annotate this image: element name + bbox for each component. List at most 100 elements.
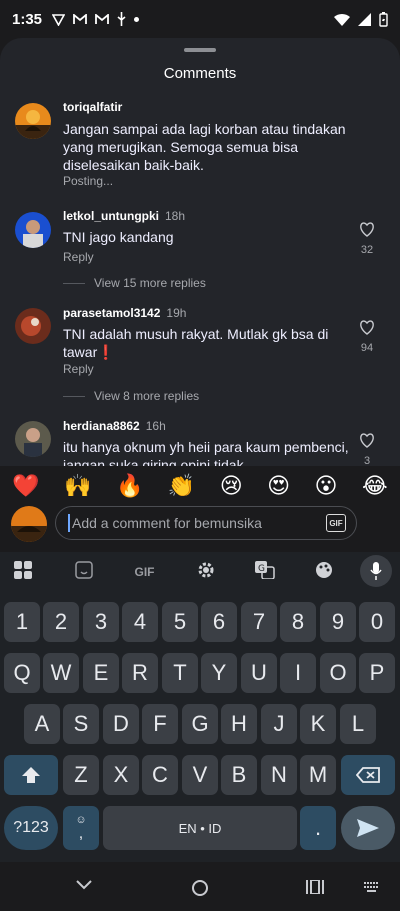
key-f[interactable]: F bbox=[142, 704, 178, 744]
key-2[interactable]: 2 bbox=[43, 602, 79, 642]
backspace-key[interactable] bbox=[341, 755, 395, 795]
signal-icon bbox=[358, 12, 371, 26]
emoji-button[interactable]: ❤️ bbox=[12, 473, 39, 499]
username-text[interactable]: herdiana8862 bbox=[63, 419, 140, 433]
key-6[interactable]: 6 bbox=[201, 602, 237, 642]
key-g[interactable]: G bbox=[182, 704, 218, 744]
key-h[interactable]: H bbox=[221, 704, 257, 744]
key-d[interactable]: D bbox=[103, 704, 139, 744]
username-text[interactable]: parasetamol3142 bbox=[63, 306, 160, 320]
key-w[interactable]: W bbox=[43, 653, 79, 693]
key-k[interactable]: K bbox=[300, 704, 336, 744]
key-i[interactable]: I bbox=[280, 653, 316, 693]
gmail-icon bbox=[73, 13, 87, 24]
comment-input[interactable] bbox=[70, 514, 344, 532]
notification-icons bbox=[52, 12, 140, 26]
like-button[interactable]: 32 bbox=[354, 222, 380, 256]
key-t[interactable]: T bbox=[162, 653, 198, 693]
comment-time: 18h bbox=[165, 209, 186, 223]
key-o[interactable]: O bbox=[320, 653, 356, 693]
view-more-replies[interactable]: View 8 more replies bbox=[63, 389, 199, 403]
like-button[interactable]: 3 bbox=[354, 433, 380, 466]
key-v[interactable]: V bbox=[182, 755, 218, 795]
my-avatar bbox=[11, 506, 47, 542]
key-c[interactable]: C bbox=[142, 755, 178, 795]
key-9[interactable]: 9 bbox=[320, 602, 356, 642]
avatar[interactable] bbox=[15, 103, 51, 139]
key-0[interactable]: 0 bbox=[359, 602, 395, 642]
usb-icon bbox=[117, 12, 126, 26]
back-chevron-icon[interactable] bbox=[76, 880, 92, 890]
key-x[interactable]: X bbox=[103, 755, 139, 795]
reply-button[interactable]: Reply bbox=[63, 362, 94, 376]
like-button[interactable]: 94 bbox=[354, 320, 380, 354]
comment-username[interactable]: herdiana8862 16h bbox=[63, 419, 166, 433]
sheet-drag-handle[interactable] bbox=[184, 48, 216, 52]
comment-username[interactable]: toriqalfatir bbox=[63, 100, 122, 114]
emoji-button[interactable]: 🙌 bbox=[64, 473, 91, 499]
reply-button[interactable]: Reply bbox=[63, 250, 94, 264]
key-q[interactable]: Q bbox=[4, 653, 40, 693]
key-4[interactable]: 4 bbox=[122, 602, 158, 642]
gmail-icon bbox=[95, 13, 109, 24]
view-more-label[interactable]: View 8 more replies bbox=[94, 389, 199, 403]
divider bbox=[63, 282, 85, 284]
key-a[interactable]: A bbox=[24, 704, 60, 744]
key-j[interactable]: J bbox=[261, 704, 297, 744]
translate-icon[interactable]: G bbox=[245, 561, 284, 583]
comment-text: TNI adalah musuh rakyat. Mutlak gk bsa d… bbox=[63, 326, 329, 360]
key-s[interactable]: S bbox=[63, 704, 99, 744]
shift-key[interactable] bbox=[4, 755, 58, 795]
recents-icon[interactable] bbox=[306, 880, 324, 894]
send-key[interactable] bbox=[341, 806, 395, 850]
period-key[interactable]: . bbox=[300, 806, 336, 850]
key-u[interactable]: U bbox=[241, 653, 277, 693]
avatar[interactable] bbox=[15, 308, 51, 344]
comma-emoji-key[interactable]: ☺ , bbox=[63, 806, 99, 850]
avatar[interactable] bbox=[15, 421, 51, 457]
key-1[interactable]: 1 bbox=[4, 602, 40, 642]
like-count: 32 bbox=[360, 244, 374, 256]
key-y[interactable]: Y bbox=[201, 653, 237, 693]
emoji-button[interactable]: 🔥 bbox=[116, 473, 143, 499]
emoji-button[interactable]: 😮 bbox=[315, 473, 338, 499]
key-m[interactable]: M bbox=[300, 755, 336, 795]
key-b[interactable]: B bbox=[221, 755, 257, 795]
emoji-button[interactable]: 😂 bbox=[362, 473, 388, 499]
emoji-button[interactable]: 😢 bbox=[220, 473, 243, 499]
gif-button[interactable]: GIF bbox=[326, 514, 346, 532]
comment-username[interactable]: letkol_untungpki 18h bbox=[63, 209, 185, 223]
comment-username[interactable]: parasetamol3142 19h bbox=[63, 306, 186, 320]
sticker-icon[interactable] bbox=[64, 561, 103, 583]
gif-tool[interactable]: GIF bbox=[125, 565, 164, 579]
home-circle-icon[interactable] bbox=[191, 879, 209, 897]
key-e[interactable]: E bbox=[83, 653, 119, 693]
letter-row-3: Z X C V B N M bbox=[0, 755, 400, 795]
comment-time: 16h bbox=[145, 419, 166, 433]
comment-input-box[interactable]: GIF bbox=[55, 506, 357, 540]
key-3[interactable]: 3 bbox=[83, 602, 119, 642]
key-7[interactable]: 7 bbox=[241, 602, 277, 642]
symbols-key[interactable]: ?123 bbox=[4, 806, 58, 850]
settings-gear-icon[interactable] bbox=[186, 561, 225, 583]
navigation-bar bbox=[0, 862, 400, 911]
key-p[interactable]: P bbox=[359, 653, 395, 693]
emoji-button[interactable]: 👏 bbox=[168, 473, 195, 499]
comment-text: TNI jago kandang bbox=[63, 229, 174, 245]
key-n[interactable]: N bbox=[261, 755, 297, 795]
theme-palette-icon[interactable] bbox=[304, 561, 343, 583]
microphone-icon[interactable] bbox=[360, 555, 392, 587]
apps-grid-icon[interactable] bbox=[3, 561, 42, 583]
avatar[interactable] bbox=[15, 212, 51, 248]
key-r[interactable]: R bbox=[122, 653, 158, 693]
key-z[interactable]: Z bbox=[63, 755, 99, 795]
view-more-label[interactable]: View 15 more replies bbox=[94, 276, 206, 290]
key-l[interactable]: L bbox=[340, 704, 376, 744]
username-text[interactable]: letkol_untungpki bbox=[63, 209, 159, 223]
emoji-button[interactable]: 😍 bbox=[267, 473, 290, 499]
key-5[interactable]: 5 bbox=[162, 602, 198, 642]
key-8[interactable]: 8 bbox=[280, 602, 316, 642]
keyboard-switch-icon[interactable] bbox=[364, 882, 380, 892]
view-more-replies[interactable]: View 15 more replies bbox=[63, 276, 206, 290]
space-key[interactable]: EN • ID bbox=[103, 806, 297, 850]
